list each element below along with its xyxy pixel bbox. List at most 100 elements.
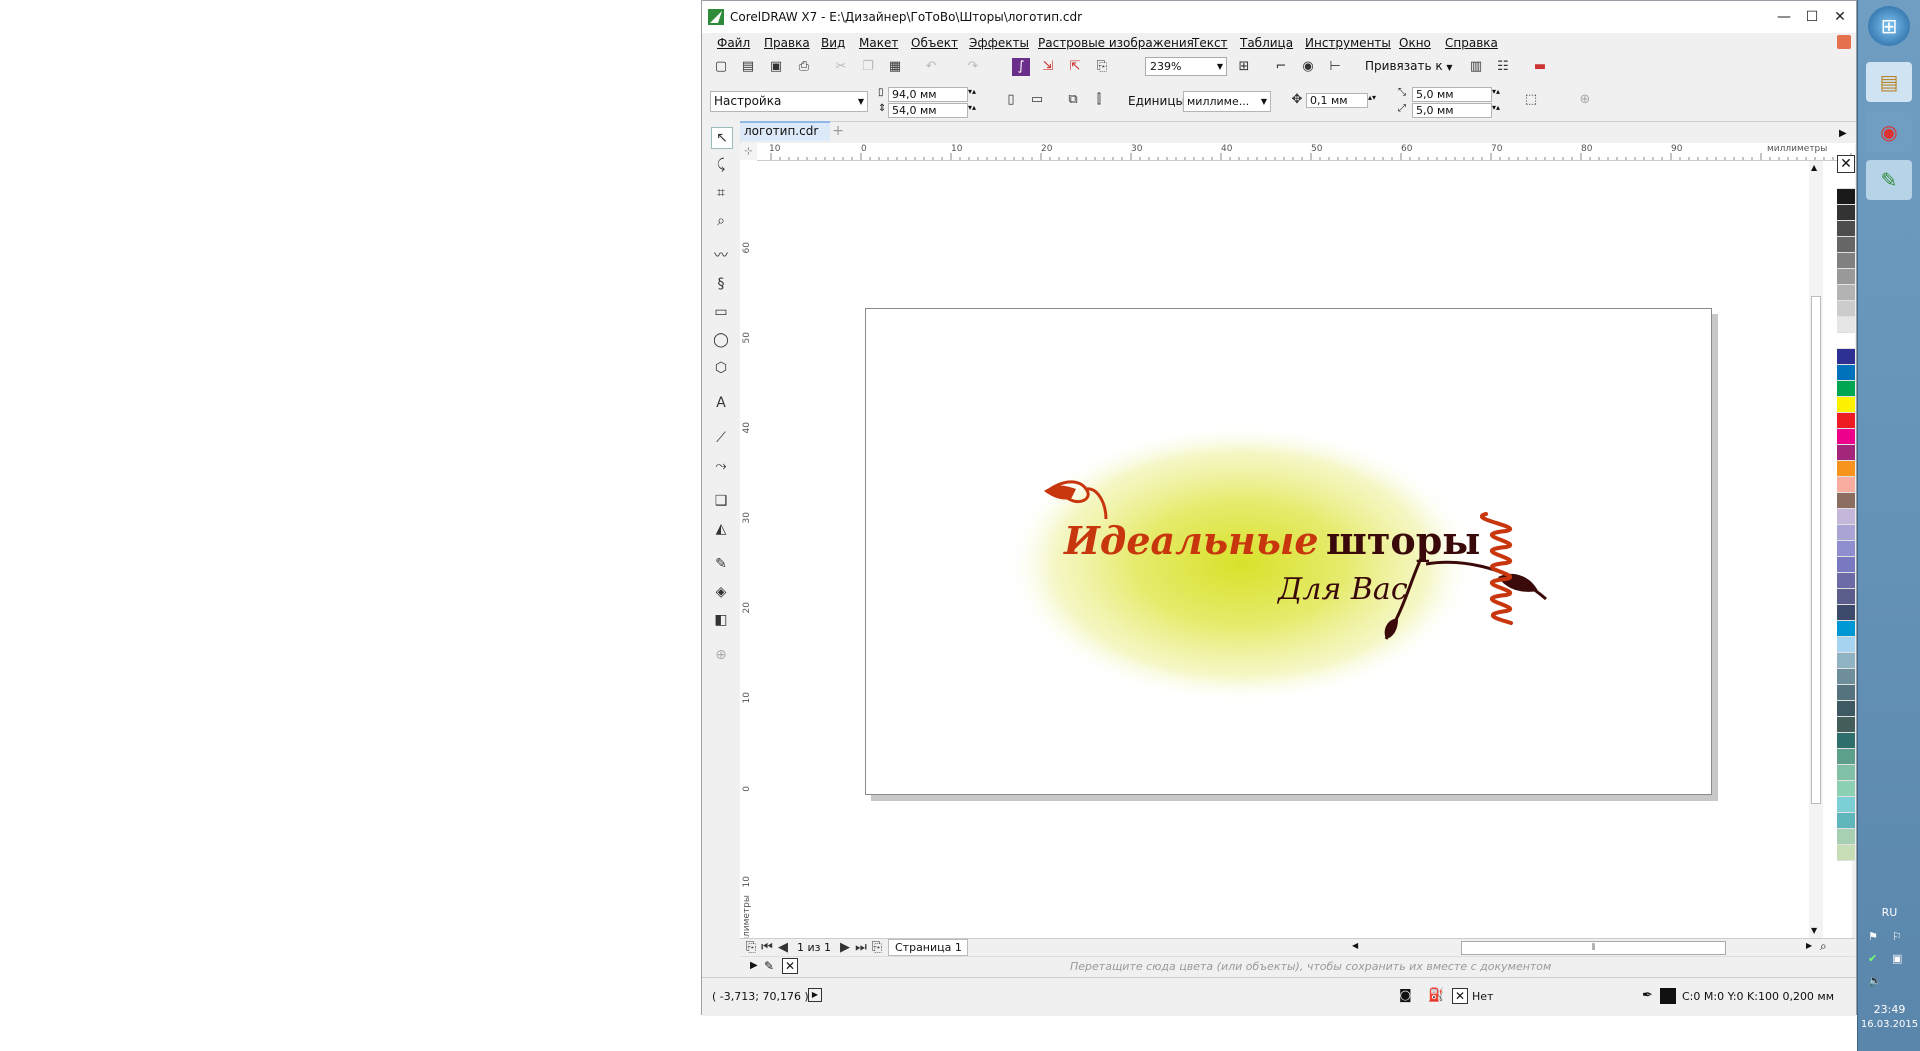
color-swatch[interactable] bbox=[1837, 429, 1855, 445]
rectangle-tool-icon[interactable]: ▭ bbox=[711, 302, 731, 322]
color-swatch[interactable] bbox=[1837, 797, 1855, 813]
color-swatch[interactable] bbox=[1837, 733, 1855, 749]
color-swatch[interactable] bbox=[1837, 509, 1855, 525]
units-select[interactable]: миллиме... ▼ bbox=[1183, 91, 1271, 112]
color-swatch[interactable] bbox=[1837, 749, 1855, 765]
display-icon[interactable]: ▣ bbox=[1892, 952, 1902, 965]
all-pages-icon[interactable]: ⧉ bbox=[1064, 91, 1082, 109]
color-swatch[interactable] bbox=[1837, 205, 1855, 221]
color-swatch[interactable] bbox=[1837, 717, 1855, 733]
duplicate-y-spinner[interactable]: ▾▴ bbox=[1492, 103, 1500, 112]
menu-object[interactable]: Объект bbox=[911, 36, 958, 50]
coreldraw-taskbar-icon[interactable]: ✎ bbox=[1866, 160, 1912, 200]
color-proof-icon[interactable]: ◙ bbox=[1399, 988, 1412, 1003]
logo-subtitle[interactable]: Для Вас bbox=[1276, 572, 1408, 607]
color-swatch[interactable] bbox=[1837, 445, 1855, 461]
vertical-scrollbar[interactable]: ▲ ▼ bbox=[1809, 161, 1823, 938]
menu-edit[interactable]: Правка bbox=[764, 36, 810, 50]
start-button-icon[interactable]: ⊞ bbox=[1868, 6, 1910, 46]
zoom-level-select[interactable]: 239% ▼ bbox=[1145, 57, 1227, 76]
grid-icon[interactable]: ◉ bbox=[1299, 58, 1317, 76]
color-swatch[interactable] bbox=[1837, 349, 1855, 365]
color-swatch[interactable] bbox=[1837, 477, 1855, 493]
undo-icon[interactable]: ↶ bbox=[922, 58, 940, 76]
vertical-ruler[interactable]: 60 50 40 30 20 10 0 10 миллиметры bbox=[740, 160, 758, 938]
color-swatch[interactable] bbox=[1837, 253, 1855, 269]
flag-icon[interactable]: ⚐ bbox=[1892, 930, 1902, 943]
new-tab-icon[interactable]: + bbox=[830, 123, 846, 139]
drawing-canvas[interactable]: Идеальные шторы Для Вас bbox=[757, 161, 1852, 938]
add-tool-icon[interactable]: ⊕ bbox=[711, 645, 731, 665]
color-swatch[interactable] bbox=[1837, 637, 1855, 653]
color-swatch[interactable] bbox=[1837, 573, 1855, 589]
palette-scroll-up-icon[interactable]: ▶ bbox=[1839, 128, 1847, 139]
landscape-icon[interactable]: ▭ bbox=[1028, 91, 1046, 109]
menu-tools[interactable]: Инструменты bbox=[1305, 36, 1391, 50]
close-button[interactable]: ✕ bbox=[1825, 5, 1855, 29]
color-swatch[interactable] bbox=[1837, 621, 1855, 637]
minimize-button[interactable]: — bbox=[1769, 5, 1799, 29]
scroll-left-icon[interactable]: ◀ bbox=[1352, 941, 1358, 950]
color-swatch[interactable] bbox=[1837, 173, 1855, 189]
menu-table[interactable]: Таблица bbox=[1240, 36, 1293, 50]
redo-icon[interactable]: ↷ bbox=[964, 58, 982, 76]
duplicate-x-field[interactable]: 5,0 мм bbox=[1412, 87, 1492, 102]
color-swatch[interactable] bbox=[1837, 525, 1855, 541]
menu-layout[interactable]: Макет bbox=[859, 36, 898, 50]
snap-to-menu[interactable]: Привязать к ▼ bbox=[1365, 59, 1453, 73]
welcome-screen-icon[interactable]: ▬ bbox=[1531, 58, 1549, 76]
color-swatch[interactable] bbox=[1837, 413, 1855, 429]
artistic-media-icon[interactable]: § bbox=[711, 274, 731, 294]
color-swatch[interactable] bbox=[1837, 829, 1855, 845]
ellipse-tool-icon[interactable]: ◯ bbox=[711, 330, 731, 350]
open-folder-icon[interactable]: ▤ bbox=[739, 58, 757, 76]
horizontal-scroll-thumb[interactable]: ⦀ bbox=[1461, 941, 1726, 955]
color-swatch[interactable] bbox=[1837, 813, 1855, 829]
scroll-up-icon[interactable]: ▲ bbox=[1811, 163, 1817, 172]
interactive-fill-icon[interactable]: ◈ bbox=[711, 582, 731, 602]
play-icon[interactable]: ▶ bbox=[808, 988, 822, 1002]
guidelines-icon[interactable]: ⊢ bbox=[1326, 58, 1344, 76]
color-swatch[interactable] bbox=[1837, 317, 1855, 333]
color-swatch[interactable] bbox=[1837, 189, 1855, 205]
document-tab[interactable]: логотип.cdr bbox=[740, 121, 830, 141]
color-swatch[interactable] bbox=[1837, 461, 1855, 477]
page-height-field[interactable]: 54,0 мм bbox=[888, 103, 968, 118]
pick-tool-icon[interactable]: ↖ bbox=[711, 127, 733, 149]
network-icon[interactable]: ⚑ bbox=[1868, 930, 1878, 943]
page-preset-select[interactable]: Настройка ▼ bbox=[710, 91, 868, 112]
transparency-tool-icon[interactable]: ◭ bbox=[711, 519, 731, 539]
publish-pdf-icon[interactable]: ⎘ bbox=[1093, 58, 1111, 76]
volume-icon[interactable]: 🔈 bbox=[1868, 974, 1882, 987]
chrome-icon[interactable]: ◉ bbox=[1866, 112, 1912, 152]
palette-expand-icon[interactable]: ▶ bbox=[750, 960, 758, 971]
paste-icon[interactable]: ▦ bbox=[886, 58, 904, 76]
color-swatch[interactable] bbox=[1837, 381, 1855, 397]
logo-artwork[interactable]: Идеальные шторы Для Вас bbox=[866, 309, 1711, 794]
duplicate-x-spinner[interactable]: ▾▴ bbox=[1492, 87, 1500, 96]
document-page[interactable]: Идеальные шторы Для Вас bbox=[865, 308, 1712, 795]
no-color-swatch[interactable]: ✕ bbox=[1837, 155, 1855, 173]
color-swatch[interactable] bbox=[1837, 269, 1855, 285]
shape-tool-icon[interactable]: ⤹ bbox=[711, 155, 731, 175]
color-swatch[interactable] bbox=[1837, 493, 1855, 509]
height-spinner[interactable]: ▾▴ bbox=[968, 103, 976, 112]
application-launcher-icon[interactable]: ☷ bbox=[1494, 58, 1512, 76]
add-page-after-icon[interactable]: ⎘ bbox=[868, 939, 886, 957]
logo-word-ideal[interactable]: Идеальные bbox=[1063, 518, 1319, 563]
copy-icon[interactable]: ❐ bbox=[859, 58, 877, 76]
print-icon[interactable]: ⎙ bbox=[795, 58, 813, 76]
fill-swatch-none[interactable]: ✕ bbox=[1452, 988, 1468, 1004]
menu-view[interactable]: Вид bbox=[821, 36, 845, 50]
page-width-field[interactable]: 94,0 мм bbox=[888, 87, 968, 102]
scroll-right-icon[interactable]: ▶ bbox=[1806, 941, 1812, 950]
color-swatch[interactable] bbox=[1837, 685, 1855, 701]
portrait-icon[interactable]: ▯ bbox=[1002, 91, 1020, 109]
color-swatch[interactable] bbox=[1837, 701, 1855, 717]
treat-as-filled-icon[interactable]: ⬚ bbox=[1522, 91, 1540, 109]
color-swatch[interactable] bbox=[1837, 541, 1855, 557]
menu-window[interactable]: Окно bbox=[1399, 36, 1431, 50]
zoom-navigator-icon[interactable]: ⌕ bbox=[1820, 939, 1827, 954]
rulers-icon[interactable]: ⌐ bbox=[1272, 58, 1290, 76]
color-swatch[interactable] bbox=[1837, 765, 1855, 781]
